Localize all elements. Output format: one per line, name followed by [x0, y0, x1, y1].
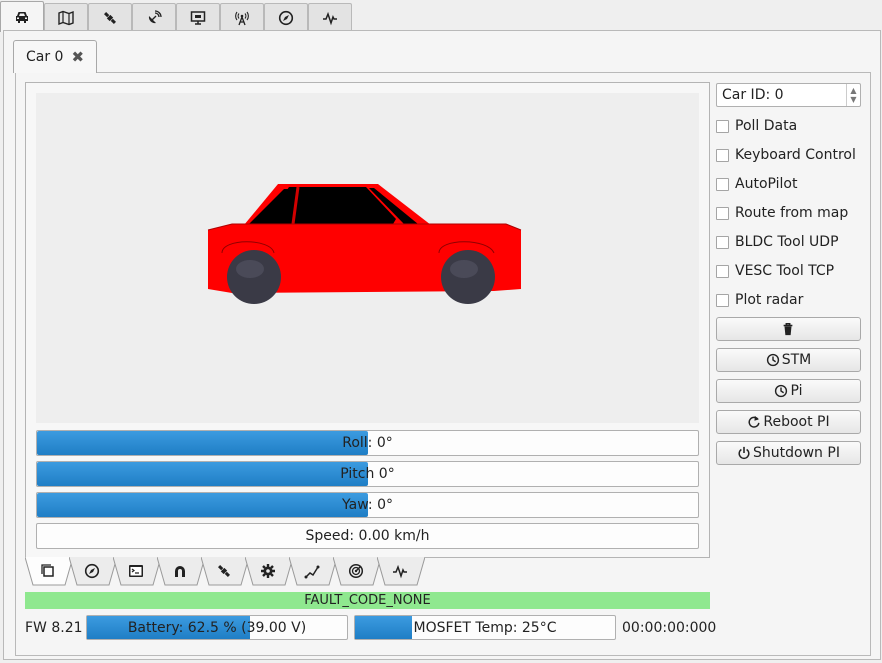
btab-pulse[interactable]: [377, 557, 425, 587]
pi-button-label: Pi: [790, 383, 803, 399]
roll-bar: Roll: 0°: [36, 430, 699, 456]
speed-bar: Speed: 0.00 km/h: [36, 523, 699, 549]
pi-time-button[interactable]: Pi: [716, 379, 861, 403]
car-3d-view: [36, 93, 699, 423]
pitch-label: Pitch 0°: [340, 466, 395, 482]
pitch-bar: Pitch 0°: [36, 461, 699, 487]
battery-bar: Battery: 62.5 % (39.00 V): [86, 615, 348, 640]
autopilot-checkbox[interactable]: AutoPilot: [716, 174, 797, 194]
keyboard-control-checkbox[interactable]: Keyboard Control: [716, 145, 856, 165]
checkbox-label: AutoPilot: [735, 176, 798, 192]
map-icon: [58, 10, 74, 26]
checkbox-label: Poll Data: [735, 118, 798, 134]
reboot-pi-button[interactable]: Reboot PI: [716, 410, 861, 434]
power-icon: [738, 446, 750, 460]
btab-route[interactable]: [289, 557, 337, 587]
monitor-icon: [190, 11, 206, 25]
satellite-icon: [217, 564, 231, 578]
terminal-icon: [129, 565, 143, 577]
gear-icon: [261, 564, 275, 578]
btab-magnet[interactable]: [157, 557, 205, 587]
tab-radio-tower[interactable]: [220, 3, 264, 32]
fault-code-banner: FAULT_CODE_NONE: [25, 592, 710, 609]
radio-tower-icon: [235, 11, 249, 26]
copy-icon: [41, 564, 54, 577]
shutdown-button-label: Shutdown PI: [753, 445, 840, 461]
stm-button-label: STM: [781, 352, 812, 368]
checkbox-box[interactable]: [716, 177, 729, 191]
btab-copy[interactable]: [25, 557, 73, 587]
route-from-map-checkbox[interactable]: Route from map: [716, 203, 848, 223]
btab-gear[interactable]: [245, 557, 293, 587]
clock-icon: [766, 353, 779, 367]
radar-icon: [348, 563, 364, 579]
mosfet-temp-label: MOSFET Temp: 25°C: [413, 619, 557, 636]
tab-car[interactable]: [0, 1, 44, 32]
battery-label: Battery: 62.5 % (39.00 V): [127, 619, 307, 636]
checkbox-label: BLDC Tool UDP: [735, 234, 839, 250]
car-model: [207, 184, 522, 304]
checkbox-box[interactable]: [716, 148, 729, 162]
tab-monitor[interactable]: [176, 3, 220, 32]
checkbox-box[interactable]: [716, 119, 729, 133]
compass-icon: [84, 563, 100, 579]
spin-arrows[interactable]: ▲ ▼: [846, 84, 860, 106]
tab-compass[interactable]: [264, 3, 308, 32]
tab-pulse[interactable]: [308, 3, 352, 32]
satellite-icon: [103, 11, 117, 25]
pulse-icon: [393, 564, 407, 579]
compass-icon: [278, 10, 294, 26]
tab-antenna-dish[interactable]: [132, 3, 176, 32]
car-id-spinbox[interactable]: Car ID: 0 ▲ ▼: [716, 83, 861, 107]
checkbox-label: Plot radar: [735, 292, 804, 308]
pulse-icon: [323, 11, 337, 26]
stm-time-button[interactable]: STM: [716, 348, 861, 372]
speed-label: Speed: 0.00 km/h: [305, 528, 430, 544]
checkbox-box[interactable]: [716, 264, 729, 278]
spin-up-icon[interactable]: ▲: [850, 86, 856, 95]
tab-car-0[interactable]: Car 0 ✖: [13, 40, 97, 73]
magnet-icon: [175, 566, 185, 577]
mosfet-temp-bar: MOSFET Temp: 25°C: [354, 615, 616, 640]
btab-terminal[interactable]: [113, 557, 161, 587]
checkbox-box[interactable]: [716, 235, 729, 249]
checkbox-label: VESC Tool TCP: [735, 263, 835, 279]
btab-compass[interactable]: [69, 557, 117, 587]
route-icon: [304, 565, 320, 579]
clear-button[interactable]: [716, 317, 861, 341]
clock-icon: [775, 384, 788, 398]
checkbox-label: Keyboard Control: [735, 147, 856, 163]
bldc-tool-udp-checkbox[interactable]: BLDC Tool UDP: [716, 232, 839, 252]
antenna-dish-icon: [148, 10, 162, 24]
shutdown-pi-button[interactable]: Shutdown PI: [716, 441, 861, 465]
checkbox-label: Route from map: [735, 205, 849, 221]
timer-readout: 00:00:00:000: [622, 620, 717, 636]
checkbox-box[interactable]: [716, 293, 729, 307]
car-id-value: Car ID: 0: [722, 87, 784, 103]
reboot-button-label: Reboot PI: [763, 414, 830, 430]
close-icon[interactable]: ✖: [71, 48, 84, 66]
tab-map[interactable]: [44, 3, 88, 32]
plot-radar-checkbox[interactable]: Plot radar: [716, 290, 803, 310]
yaw-label: Yaw: 0°: [342, 497, 393, 513]
tab-satellite[interactable]: [88, 3, 132, 32]
yaw-bar: Yaw: 0°: [36, 492, 699, 518]
spin-down-icon[interactable]: ▼: [850, 95, 856, 104]
checkbox-box[interactable]: [716, 206, 729, 220]
car-icon: [16, 12, 28, 23]
btab-satellite[interactable]: [201, 557, 249, 587]
top-tab-bar: [0, 0, 352, 32]
trash-icon: [783, 323, 792, 336]
vesc-tool-tcp-checkbox[interactable]: VESC Tool TCP: [716, 261, 834, 281]
poll-data-checkbox[interactable]: Poll Data: [716, 116, 797, 136]
btab-radar[interactable]: [333, 557, 381, 587]
reboot-icon: [748, 415, 760, 428]
firmware-version: FW 8.21: [25, 620, 83, 636]
roll-label: Roll: 0°: [342, 435, 393, 451]
tab-car-0-label: Car 0: [26, 49, 64, 65]
